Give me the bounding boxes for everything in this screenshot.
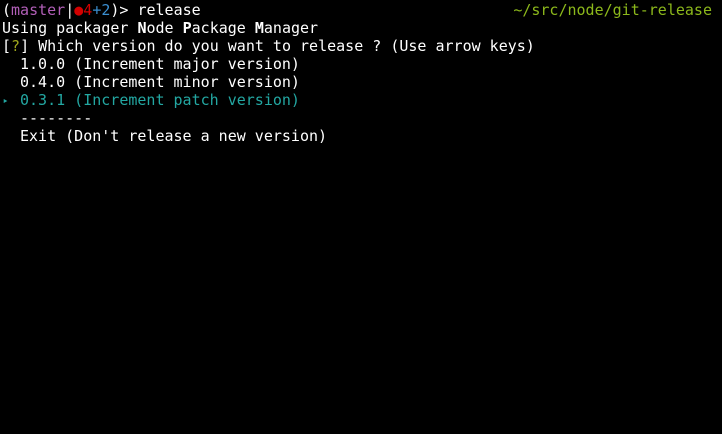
selection-pointer-icon: ‣ <box>2 95 9 108</box>
option-label: 0.3.1 (Increment patch version) <box>20 91 300 109</box>
question-mark-icon: ? <box>11 37 21 55</box>
dirty-count: 4 <box>83 1 93 19</box>
question-open-bracket: [ <box>2 37 12 55</box>
packager-n: N <box>137 19 147 37</box>
question-close-bracket: ] <box>20 37 30 55</box>
prompt-pipe: | <box>65 1 75 19</box>
packager-p: P <box>182 19 192 37</box>
option-indent: ‣ <box>2 91 20 111</box>
option-minor[interactable]: 0.4.0 (Increment minor version) <box>2 73 300 91</box>
plus-icon: + <box>92 1 102 19</box>
packager-line: Using packager Node Package Manager <box>2 19 318 37</box>
typed-command: release <box>137 1 201 19</box>
question-line: [?] Which version do you want to release… <box>2 37 535 55</box>
question-text: Which version do you want to release ? (… <box>29 37 535 55</box>
packager-m: M <box>254 19 264 37</box>
separator-text: -------- <box>20 109 93 127</box>
prompt-open-paren: ( <box>2 1 12 19</box>
option-label: 0.4.0 (Increment minor version) <box>20 73 300 91</box>
option-patch-selected[interactable]: ‣ 0.3.1 (Increment patch version) <box>2 91 300 109</box>
terminal-window[interactable]: (master|●4+2)> release ~/src/node/git-re… <box>0 0 722 434</box>
current-directory: ~/src/node/git-release <box>513 1 712 19</box>
packager-anager: anager <box>263 19 319 37</box>
shell-prompt-line: (master|●4+2)> release <box>2 1 201 19</box>
option-label: 1.0.0 (Increment major version) <box>20 55 300 73</box>
git-branch: master <box>11 1 66 19</box>
packager-ode: ode <box>146 19 183 37</box>
packager-ackage: ackage <box>191 19 255 37</box>
options-separator: -------- <box>2 109 92 127</box>
dirty-dot-icon: ● <box>74 1 84 19</box>
option-major[interactable]: 1.0.0 (Increment major version) <box>2 55 300 73</box>
option-label: Exit (Don't release a new version) <box>20 127 328 145</box>
prompt-close: )> <box>110 1 138 19</box>
packager-prefix: Using packager <box>2 19 138 37</box>
option-exit[interactable]: Exit (Don't release a new version) <box>2 127 327 145</box>
